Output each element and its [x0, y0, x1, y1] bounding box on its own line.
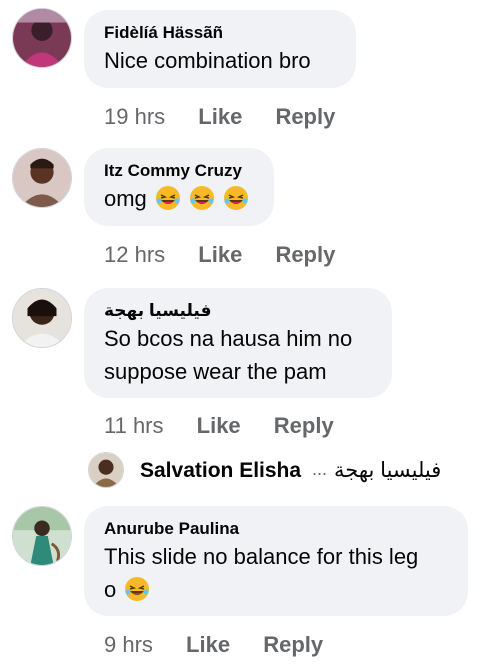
comment-author[interactable]: Itz Commy Cruzy	[104, 160, 254, 182]
avatar[interactable]	[12, 8, 72, 68]
comment-text: Nice combination bro	[104, 48, 311, 73]
avatar[interactable]	[88, 452, 124, 488]
reply-snippet: فيليسيا بهجة	[334, 459, 442, 482]
comment-actions: 9 hrs Like Reply	[104, 632, 323, 658]
comment-bubble: Fidèlíá Hässãñ Nice combination bro	[84, 10, 356, 88]
comment-timestamp[interactable]: 9 hrs	[104, 632, 153, 658]
like-button[interactable]: Like	[198, 242, 242, 268]
reply-button[interactable]: Reply	[263, 632, 323, 658]
comment-text: omg	[104, 182, 254, 215]
comment-author[interactable]: Anurube Paulina	[104, 518, 448, 540]
comment-timestamp[interactable]: 11 hrs	[104, 413, 164, 439]
comment-text-content: omg	[104, 186, 147, 211]
avatar[interactable]	[12, 506, 72, 566]
reply-button[interactable]: Reply	[275, 242, 335, 268]
comment-actions: 11 hrs Like Reply	[104, 413, 334, 439]
reply-preview[interactable]: Salvation Elisha ... فيليسيا بهجة	[88, 452, 468, 492]
comment-text-line-2: o	[104, 573, 448, 606]
rolling-laughing-emoji-icon	[223, 185, 249, 211]
comment-text-line-1: This slide no balance for this leg	[104, 544, 419, 569]
like-button[interactable]: Like	[186, 632, 230, 658]
comment-actions: 19 hrs Like Reply	[104, 104, 335, 130]
avatar[interactable]	[12, 148, 72, 208]
comment-text-line-1: So bcos na hausa him no	[104, 326, 353, 351]
rolling-laughing-emoji-icon	[155, 185, 181, 211]
reply-author[interactable]: Salvation Elisha	[140, 459, 301, 483]
comment-bubble: Itz Commy Cruzy omg	[84, 148, 274, 226]
rolling-laughing-emoji-icon	[189, 185, 215, 211]
comment-actions: 12 hrs Like Reply	[104, 242, 335, 268]
comment-author[interactable]: فيليسيا بهجة	[104, 300, 372, 322]
rolling-laughing-emoji-icon	[124, 576, 150, 602]
reply-button[interactable]: Reply	[275, 104, 335, 130]
reply-button[interactable]: Reply	[274, 413, 334, 439]
comment-bubble: فيليسيا بهجة So bcos na hausa him no sup…	[84, 288, 392, 398]
comment-author[interactable]: Fidèlíá Hässãñ	[104, 22, 336, 44]
like-button[interactable]: Like	[197, 413, 241, 439]
comment-timestamp[interactable]: 12 hrs	[104, 242, 165, 268]
comment-text-content: o	[104, 577, 117, 602]
reply-ellipsis: ...	[312, 459, 328, 479]
comment-text-line-2: suppose wear the pam	[104, 359, 327, 384]
avatar[interactable]	[12, 288, 72, 348]
comment-bubble: Anurube Paulina This slide no balance fo…	[84, 506, 468, 616]
like-button[interactable]: Like	[198, 104, 242, 130]
comment-timestamp[interactable]: 19 hrs	[104, 104, 165, 130]
